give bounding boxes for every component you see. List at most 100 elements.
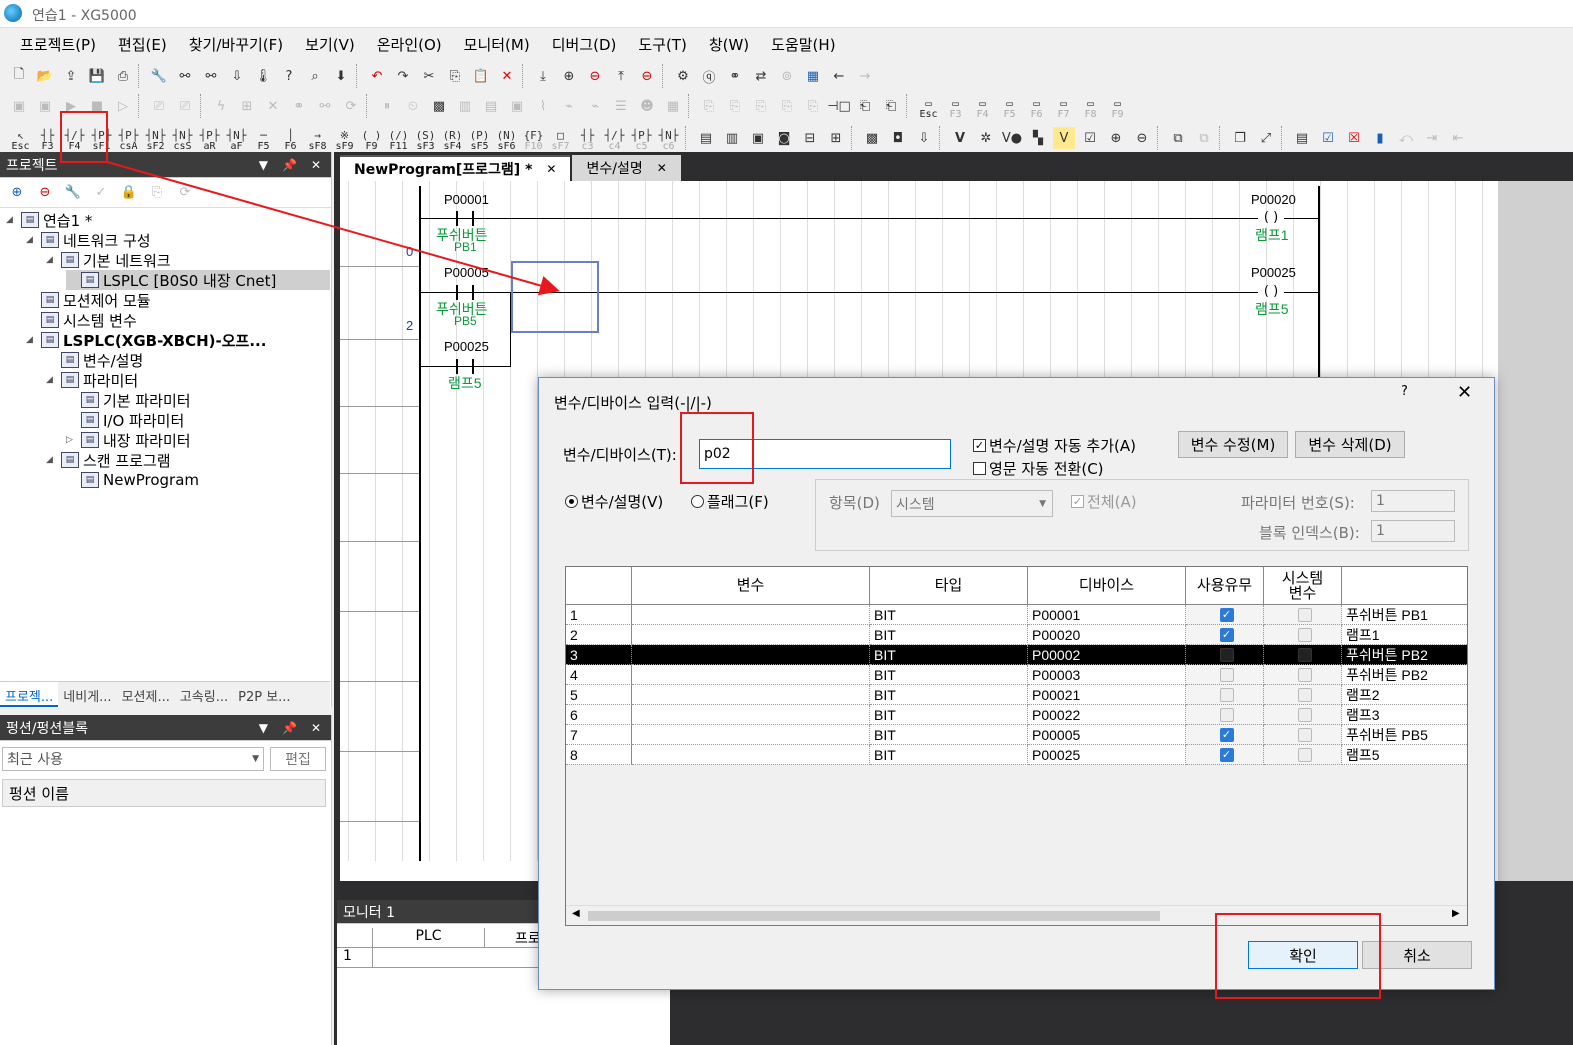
- fkey-sf2[interactable]: ┤N├ sF2: [143, 124, 168, 152]
- edit-f-icon[interactable]: ⊣□: [827, 95, 851, 117]
- expand-icon[interactable]: ◢: [46, 375, 58, 385]
- thermometer-icon[interactable]: 🌡: [252, 65, 274, 87]
- fkey2-f7[interactable]: ▭ F7: [1051, 92, 1076, 120]
- tree-item[interactable]: ▷ ▤ 내장 파라미터: [66, 430, 191, 450]
- table-row[interactable]: 3 BIT P00002 푸쉬버튼 PB2: [566, 645, 1467, 665]
- expand-icon[interactable]: ◢: [26, 235, 38, 245]
- add-item-icon[interactable]: ⊕: [6, 182, 28, 204]
- tree-item[interactable]: ▤ 시스템 변수: [26, 310, 137, 330]
- replace-icon[interactable]: ⇄: [750, 65, 772, 87]
- redo-icon[interactable]: ↷: [392, 65, 414, 87]
- note-icon[interactable]: ▤: [1291, 127, 1313, 149]
- delete-icon[interactable]: ✕: [496, 65, 518, 87]
- fkey-c6[interactable]: ┤N├ c6: [656, 124, 681, 152]
- block-input[interactable]: 1: [1371, 520, 1455, 542]
- monitor-start-icon[interactable]: ▣: [8, 95, 30, 117]
- bm-prev-icon[interactable]: ⤺: [1395, 127, 1417, 149]
- pin-icon[interactable]: 📌: [282, 158, 297, 172]
- table-row[interactable]: 6 BIT P00022 램프3: [566, 705, 1467, 725]
- properties-icon[interactable]: 🔧: [62, 182, 84, 204]
- delete-variable-button[interactable]: 변수 삭제(D): [1295, 431, 1405, 458]
- project-panel-tab[interactable]: 프로젝...: [0, 682, 59, 707]
- var2-icon[interactable]: ▚: [1027, 127, 1049, 149]
- auto-add-checkbox[interactable]: ✓ 변수/설명 자동 추가(A): [973, 435, 1136, 456]
- find-device-icon[interactable]: ⚭: [724, 65, 746, 87]
- copy-item-icon[interactable]: ⎘: [146, 182, 168, 204]
- clock-icon[interactable]: ⏲: [402, 95, 424, 117]
- chip-icon[interactable]: ✲: [975, 127, 997, 149]
- tree-item[interactable]: ◢ ▤ 연습1 *: [6, 210, 92, 230]
- tree-item[interactable]: ◢ ▤ 기본 네트워크: [46, 250, 171, 270]
- checked-icon[interactable]: ☑: [1317, 127, 1339, 149]
- graph-icon[interactable]: ⌇: [532, 95, 554, 117]
- tree-item[interactable]: ▤ 모션제어 모듈: [26, 290, 151, 310]
- project-panel-tab[interactable]: P2P 보...: [233, 682, 295, 707]
- dialog-close-button[interactable]: ✕: [1457, 382, 1472, 403]
- lock-icon[interactable]: 🔒: [118, 182, 140, 204]
- fkey-sf7[interactable]: □ sF7: [548, 124, 573, 152]
- menu-item[interactable]: 디버그(D): [552, 34, 617, 55]
- link-icon[interactable]: ⚭: [288, 95, 310, 117]
- tree-item[interactable]: ◢ ▤ 스캔 프로그램: [46, 450, 171, 470]
- fkey-c5[interactable]: ┤P├ c5: [629, 124, 654, 152]
- item-select[interactable]: 시스템 ▼: [891, 490, 1053, 517]
- fkey-c3[interactable]: ┤├ c3: [575, 124, 600, 152]
- project-panel-tab[interactable]: 모션제...: [117, 682, 175, 707]
- menu-item[interactable]: 보기(V): [305, 34, 355, 55]
- trend2-icon[interactable]: ⌁: [584, 95, 606, 117]
- remove-item-icon[interactable]: ⊖: [34, 182, 56, 204]
- expand-icon[interactable]: ◢: [46, 255, 58, 265]
- table-row[interactable]: 4 BIT P00003 푸쉬버튼 PB2: [566, 665, 1467, 685]
- bookmark-icon[interactable]: ▮: [1369, 127, 1391, 149]
- view-h-icon[interactable]: ◘: [887, 127, 909, 149]
- view-c-icon[interactable]: ▣: [747, 127, 769, 149]
- fkey2-f9[interactable]: ▭ F9: [1105, 92, 1130, 120]
- find-icon[interactable]: ⓠ: [698, 65, 720, 87]
- fkey-f9[interactable]: ( ) F9: [359, 124, 384, 152]
- cut-icon[interactable]: ✂: [418, 65, 440, 87]
- menu-item[interactable]: 모니터(M): [464, 34, 530, 55]
- link2-icon[interactable]: ⚯: [314, 95, 336, 117]
- bm-last-icon[interactable]: ⇤: [1447, 127, 1469, 149]
- fkey-sf5[interactable]: (P) sF5: [467, 124, 492, 152]
- table-row[interactable]: 1 BITP00001 푸쉬버튼 PB1: [566, 605, 1467, 625]
- fkey-sf6[interactable]: (N) sF6: [494, 124, 519, 152]
- help-icon[interactable]: ?: [278, 65, 300, 87]
- context-help-icon[interactable]: ⌕: [304, 65, 326, 87]
- view-b-icon[interactable]: ▥: [721, 127, 743, 149]
- param-input[interactable]: 1: [1371, 490, 1455, 512]
- fkey-sf4[interactable]: (R) sF4: [440, 124, 465, 152]
- chart-icon[interactable]: ▥: [454, 95, 476, 117]
- paste-icon[interactable]: 📋: [470, 65, 492, 87]
- menu-item[interactable]: 도구(T): [638, 34, 686, 55]
- insert-col-icon[interactable]: ⤒: [610, 65, 632, 87]
- close-icon[interactable]: ✕: [657, 161, 667, 175]
- monitor-stop-icon[interactable]: ▣: [34, 95, 56, 117]
- recent-select[interactable]: 최근 사용 ▼: [2, 747, 264, 771]
- expand-icon[interactable]: ◢: [6, 215, 18, 225]
- expand-icon[interactable]: ◢: [26, 335, 38, 345]
- window-icon[interactable]: ❐: [1229, 127, 1251, 149]
- fkey2-esc[interactable]: ▭ Esc: [916, 92, 941, 120]
- expand-icon[interactable]: ◢: [46, 455, 58, 465]
- radio-variable[interactable]: 변수/설명(V): [565, 491, 663, 512]
- compile-icon[interactable]: ✓: [90, 182, 112, 204]
- module-icon[interactable]: ▣: [506, 95, 528, 117]
- grid-icon[interactable]: ▦: [802, 65, 824, 87]
- disconnect-icon[interactable]: ⚯: [200, 65, 222, 87]
- pin-icon[interactable]: 📌: [282, 721, 297, 735]
- dropdown-icon[interactable]: ▼: [259, 721, 268, 735]
- var-icon[interactable]: V●: [1001, 127, 1023, 149]
- fkey-f5[interactable]: ─ F5: [251, 124, 276, 152]
- tree-item[interactable]: ▤ 변수/설명: [46, 350, 143, 370]
- wrench-icon[interactable]: 🔧: [148, 65, 170, 87]
- menu-item[interactable]: 편집(E): [118, 34, 167, 55]
- zoom-in-icon[interactable]: ⊕: [1105, 127, 1127, 149]
- export-icon[interactable]: ⇪: [60, 65, 82, 87]
- insert-cell-icon[interactable]: ⊕: [558, 65, 580, 87]
- view-a-icon[interactable]: ▤: [695, 127, 717, 149]
- fkey-sf3[interactable]: (S) sF3: [413, 124, 438, 152]
- copy-icon[interactable]: ⎘: [444, 65, 466, 87]
- project-panel-tab[interactable]: 고속링...: [175, 682, 233, 707]
- io-icon[interactable]: ▩: [428, 95, 450, 117]
